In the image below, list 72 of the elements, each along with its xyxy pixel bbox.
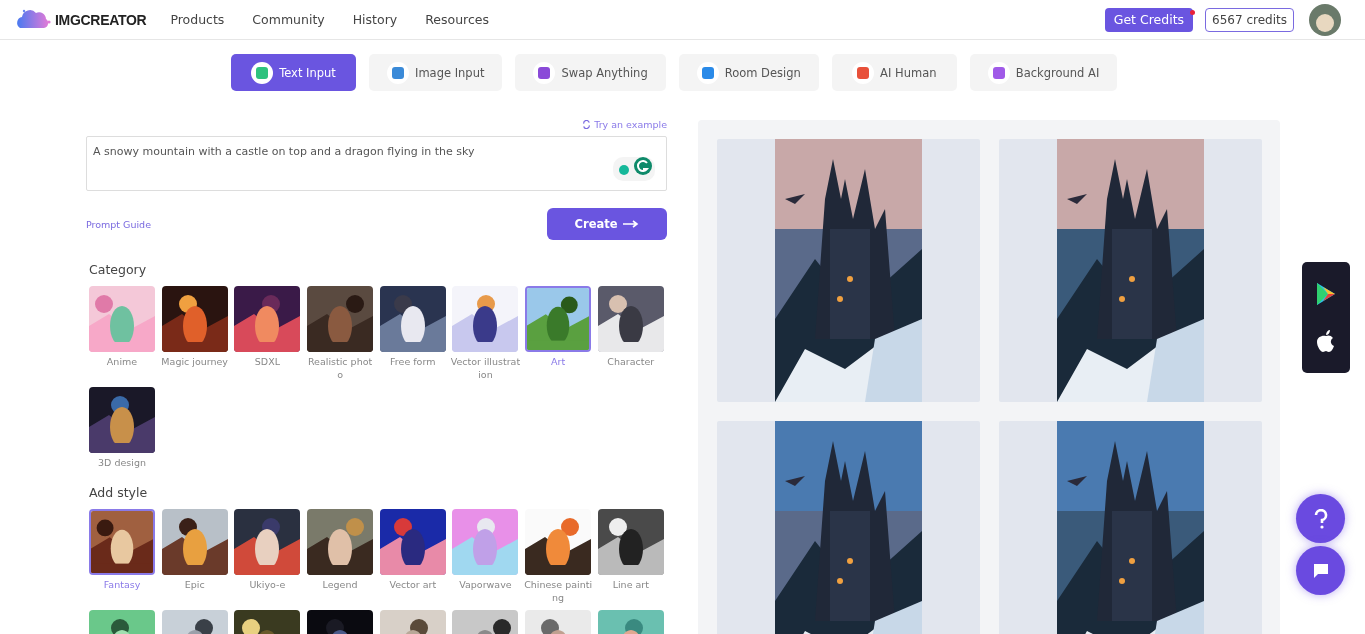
category-label: Magic journey bbox=[160, 355, 229, 368]
category-label: Vector illustration bbox=[450, 355, 521, 381]
style-thumbnail[interactable] bbox=[597, 509, 664, 575]
nav-link[interactable]: History bbox=[352, 12, 398, 27]
grammar-icons[interactable] bbox=[613, 155, 655, 181]
result-card[interactable] bbox=[717, 421, 980, 634]
tab-icon bbox=[696, 61, 719, 84]
style-label: Line art bbox=[611, 578, 650, 591]
nav-link[interactable]: Community bbox=[252, 12, 325, 27]
get-credits-button[interactable]: Get Credits bbox=[1104, 7, 1194, 32]
category-label: Realistic photo bbox=[306, 355, 374, 381]
credits-counter: 6567 credits bbox=[1205, 7, 1294, 32]
style-thumbnail[interactable] bbox=[452, 509, 519, 575]
category-thumbnail[interactable] bbox=[379, 286, 446, 352]
tab-icon bbox=[533, 61, 556, 84]
tab-icon bbox=[987, 61, 1010, 84]
category-thumbnail[interactable] bbox=[452, 286, 519, 352]
help-button[interactable] bbox=[1296, 494, 1345, 543]
category-label: Free form bbox=[389, 355, 437, 368]
result-card[interactable] bbox=[999, 139, 1262, 402]
chat-icon bbox=[1311, 561, 1330, 580]
mode-tab[interactable]: Swap Anything bbox=[515, 54, 666, 91]
category-label: SDXL bbox=[253, 355, 281, 368]
try-example-link[interactable]: Try an example bbox=[582, 119, 667, 130]
style-thumbnail[interactable] bbox=[379, 509, 446, 575]
section-title: Add style bbox=[89, 485, 149, 500]
category-label: Art bbox=[550, 355, 567, 368]
style-label: Chinese painting bbox=[523, 578, 594, 604]
style-label: Fantasy bbox=[102, 578, 142, 591]
style-label: Ukiyo-e bbox=[248, 578, 287, 591]
create-button[interactable]: Create bbox=[547, 208, 667, 240]
mode-tab[interactable]: Room Design bbox=[678, 54, 819, 91]
mode-tab[interactable]: Background AI bbox=[969, 54, 1118, 91]
tab-icon bbox=[387, 61, 409, 84]
category-thumbnail[interactable] bbox=[161, 286, 228, 352]
play-store-icon[interactable] bbox=[1315, 281, 1337, 306]
category-label: Character bbox=[606, 355, 656, 368]
style-thumbnail[interactable] bbox=[161, 509, 228, 575]
refresh-icon bbox=[582, 120, 592, 129]
prompt-guide-link[interactable]: Prompt Guide bbox=[86, 218, 151, 230]
brand-name[interactable]: IMGCREATOR bbox=[55, 11, 147, 28]
tab-icon bbox=[251, 61, 274, 84]
question-icon bbox=[1313, 508, 1328, 529]
category-label: Anime bbox=[105, 355, 139, 368]
category-thumbnail[interactable] bbox=[234, 286, 301, 352]
nav-link[interactable]: Resources bbox=[425, 12, 490, 27]
style-label: Vector art bbox=[388, 578, 438, 591]
category-thumbnail[interactable] bbox=[597, 286, 664, 352]
style-label: Vaporwave bbox=[458, 578, 513, 591]
result-card[interactable] bbox=[717, 139, 980, 402]
apple-icon[interactable] bbox=[1316, 329, 1336, 354]
style-label: Legend bbox=[321, 578, 359, 591]
category-thumbnail[interactable] bbox=[89, 286, 155, 352]
style-thumbnail[interactable] bbox=[89, 509, 155, 575]
result-card[interactable] bbox=[999, 421, 1262, 634]
tab-icon bbox=[852, 61, 875, 84]
arrow-icon bbox=[623, 220, 640, 228]
style-thumbnail[interactable] bbox=[307, 509, 374, 575]
mode-tab[interactable]: Text Input bbox=[231, 54, 356, 91]
mode-tab[interactable]: AI Human bbox=[831, 54, 957, 91]
style-thumbnail[interactable] bbox=[234, 509, 301, 575]
prompt-field[interactable]: A snowy mountain with a castle on top and a dragon flying in the sky bbox=[86, 136, 667, 191]
chat-button[interactable] bbox=[1296, 546, 1345, 595]
category-thumbnail[interactable] bbox=[307, 286, 374, 352]
category-label: 3D design bbox=[97, 456, 147, 469]
avatar-icon[interactable] bbox=[1309, 3, 1341, 36]
category-thumbnail[interactable] bbox=[89, 387, 155, 453]
style-label: Epic bbox=[183, 578, 206, 591]
section-title: Category bbox=[89, 262, 148, 277]
nav-link[interactable]: Products bbox=[170, 12, 225, 27]
category-thumbnail[interactable] bbox=[525, 286, 592, 352]
mode-tab[interactable]: Image Input bbox=[369, 54, 503, 91]
